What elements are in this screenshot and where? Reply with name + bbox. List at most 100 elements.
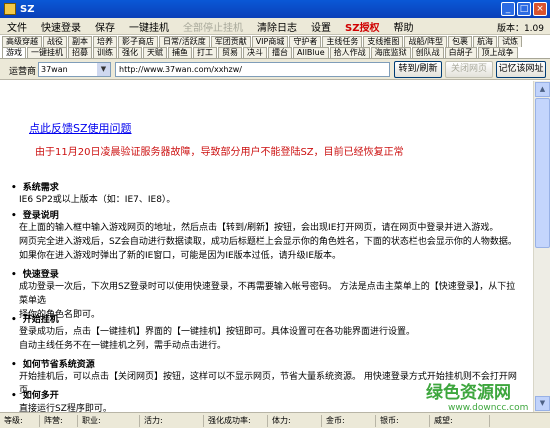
close-icon[interactable]: × xyxy=(533,2,547,16)
section-text: 成功登录一次后，下次用SZ登录时可以使用快速登录，不再需要输入帐号密码。 方法是… xyxy=(19,280,524,322)
status-level: 等级: xyxy=(0,414,40,427)
tab-item[interactable]: 顶上战争 xyxy=(477,47,518,58)
tab-item[interactable]: 拾人作战 xyxy=(329,47,370,58)
status-faction: 阵营: xyxy=(40,414,78,427)
status-stamina: 体力: xyxy=(268,414,322,427)
tab-item[interactable]: 试炼 xyxy=(498,36,523,47)
url-input[interactable]: http://www.37wan.com/xxhzw/ xyxy=(115,62,390,77)
tab-item[interactable]: 捕鱼 xyxy=(168,47,192,58)
operator-select[interactable]: 37wan ▼ xyxy=(38,62,111,77)
maximize-icon[interactable]: □ xyxy=(517,2,531,16)
tab-item[interactable]: VIP商城 xyxy=(251,36,289,47)
section-heading: 开始挂机 xyxy=(11,315,59,325)
feedback-link[interactable]: 点此反馈SZ使用问题 xyxy=(29,120,132,136)
tab-game[interactable]: 游戏 xyxy=(2,47,26,58)
watermark: 绿色资源网 www.downcc.com xyxy=(426,378,546,413)
tab-item[interactable]: 招募 xyxy=(68,47,92,58)
minimize-icon[interactable]: _ xyxy=(501,2,515,16)
status-enhance-rate: 强化成功率: xyxy=(204,414,268,427)
tab-item[interactable]: 主线任务 xyxy=(322,36,363,47)
tab-row-1: 高级穿越 战役 副本 培养 影子商店 日常/活跃度 军团贡献 VIP商城 守护者… xyxy=(2,36,523,47)
text-line: IE6 SP2或以上版本（如：IE7、IE8）。 xyxy=(19,195,176,205)
section-text: 登录成功后，点击【一键挂机】界面的【一键挂机】按钮即可。具体设置可在各功能界面进… xyxy=(19,325,524,353)
tab-item[interactable]: 训练 xyxy=(93,47,117,58)
tab-item[interactable]: 决斗 xyxy=(243,47,267,58)
tab-item[interactable]: 影子商店 xyxy=(118,36,158,47)
app-icon xyxy=(4,3,16,15)
remember-url-button[interactable]: 记忆该网址 xyxy=(496,61,546,78)
section-system-req: 系统需求 xyxy=(11,180,59,193)
menu-stop-all[interactable]: 全部停止挂机 xyxy=(176,19,250,34)
section-quick-login: 快速登录 xyxy=(11,267,59,280)
tab-item[interactable]: 支线推图 xyxy=(363,36,404,47)
scroll-up-icon[interactable]: ▲ xyxy=(535,82,550,97)
address-bar: 运营商 37wan ▼ http://www.37wan.com/xxhzw/ … xyxy=(0,59,550,80)
operator-value: 37wan xyxy=(41,65,68,74)
tab-item[interactable]: 战船/阵型 xyxy=(404,36,448,47)
version-label: 版本：1.09 xyxy=(496,24,544,34)
text-line: 成功登录一次后，下次用SZ登录时可以使用快速登录，不再需要输入帐号密码。 方法是… xyxy=(19,282,516,306)
section-multi-open: 如何多开 xyxy=(11,388,59,401)
text-line: 在上面的输入框中输入游戏网页的地址，然后点击【转到/刷新】按钮，会出现IE打开网… xyxy=(19,223,499,233)
status-vitality: 活力: xyxy=(140,414,204,427)
tab-row-2: 游戏 一键挂机 招募 训练 强化 天赋 捕鱼 打工 贸易 决斗 擂台 AllBl… xyxy=(2,47,519,58)
menu-settings[interactable]: 设置 xyxy=(304,19,338,34)
tab-item[interactable]: 日常/活跃度 xyxy=(159,36,210,47)
service-notice: 由于11月20日凌晨验证服务器故障，导致部分用户不能登陆SZ，目前已经恢复正常 xyxy=(35,147,404,158)
vertical-scrollbar[interactable]: ▲ ▼ xyxy=(533,81,550,412)
window-controls: _ □ × xyxy=(501,2,547,16)
tab-item[interactable]: 培养 xyxy=(93,36,117,47)
tab-item[interactable]: 创队战 xyxy=(411,47,444,58)
tab-item[interactable]: 副本 xyxy=(68,36,92,47)
tab-item[interactable]: 包裹 xyxy=(448,36,473,47)
close-page-button[interactable]: 关闭网页 xyxy=(445,61,493,78)
section-text: 在上面的输入框中输入游戏网页的地址，然后点击【转到/刷新】按钮，会出现IE打开网… xyxy=(19,221,524,263)
goto-refresh-button[interactable]: 转到/刷新 xyxy=(394,61,442,78)
operator-label: 运营商 xyxy=(9,67,37,77)
tab-item[interactable]: 打工 xyxy=(193,47,217,58)
chevron-down-icon[interactable]: ▼ xyxy=(97,63,110,76)
tab-item[interactable]: AllBlue xyxy=(293,47,329,58)
section-login: 登录说明 xyxy=(11,208,59,221)
text-line: 如果你在进入游戏时弹出了新的IE窗口，可能是因为IE版本过低，请升级IE版本。 xyxy=(19,251,342,261)
main-content: 点此反馈SZ使用问题 由于11月20日凌晨验证服务器故障，导致部分用户不能登陆S… xyxy=(0,81,531,412)
section-start-afk: 开始挂机 xyxy=(11,312,59,325)
section-text: IE6 SP2或以上版本（如：IE7、IE8）。 xyxy=(19,193,524,207)
tab-item[interactable]: 航海 xyxy=(473,36,498,47)
tab-item[interactable]: 军团贡献 xyxy=(210,36,251,47)
tab-item[interactable]: 贸易 xyxy=(218,47,242,58)
tab-item[interactable]: 海底监狱 xyxy=(370,47,411,58)
menu-clear-log[interactable]: 清除日志 xyxy=(250,19,304,34)
menu-file[interactable]: 文件 xyxy=(0,19,34,34)
section-heading: 快速登录 xyxy=(11,270,59,280)
menu-bar: 文件 快速登录 保存 一键挂机 全部停止挂机 清除日志 设置 SZ授权 帮助 版… xyxy=(0,18,550,35)
title-bar: SZ _ □ × xyxy=(0,0,550,18)
tab-item[interactable]: 天赋 xyxy=(143,47,167,58)
section-heading: 登录说明 xyxy=(11,211,59,221)
menu-one-click[interactable]: 一键挂机 xyxy=(122,19,176,34)
text-line: 择你的角色名即可。 xyxy=(19,310,101,320)
tab-item[interactable]: 高级穿越 xyxy=(2,36,42,47)
menu-save[interactable]: 保存 xyxy=(88,19,122,34)
section-heading: 系统需求 xyxy=(11,183,59,193)
status-silver: 银币: xyxy=(376,414,430,427)
text-line: 网页完全进入游戏后，SZ会自动进行数据读取，成功后标题栏上会显示你的角色姓名，下… xyxy=(19,237,517,247)
scroll-thumb[interactable] xyxy=(535,98,550,248)
tab-item[interactable]: 白胡子 xyxy=(444,47,477,58)
tab-item[interactable]: 守护者 xyxy=(289,36,322,47)
status-prestige: 威望: xyxy=(430,414,490,427)
section-heading: 如何节省系统资源 xyxy=(11,360,95,370)
menu-quick-login[interactable]: 快速登录 xyxy=(34,19,88,34)
tab-item[interactable]: 战役 xyxy=(43,36,67,47)
menu-sz-auth[interactable]: SZ授权 xyxy=(338,19,386,34)
tab-item[interactable]: 擂台 xyxy=(268,47,292,58)
window-title: SZ xyxy=(20,3,35,15)
text-line: 登录成功后，点击【一键挂机】界面的【一键挂机】按钮即可。具体设置可在各功能界面进… xyxy=(19,327,416,337)
menu-help[interactable]: 帮助 xyxy=(386,19,420,34)
tab-item[interactable]: 一键挂机 xyxy=(27,47,67,58)
section-save-resources: 如何节省系统资源 xyxy=(11,357,95,370)
status-gold: 金币: xyxy=(322,414,376,427)
watermark-title: 绿色资源网 xyxy=(426,383,511,403)
tab-item[interactable]: 强化 xyxy=(118,47,142,58)
section-heading: 如何多开 xyxy=(11,391,59,401)
